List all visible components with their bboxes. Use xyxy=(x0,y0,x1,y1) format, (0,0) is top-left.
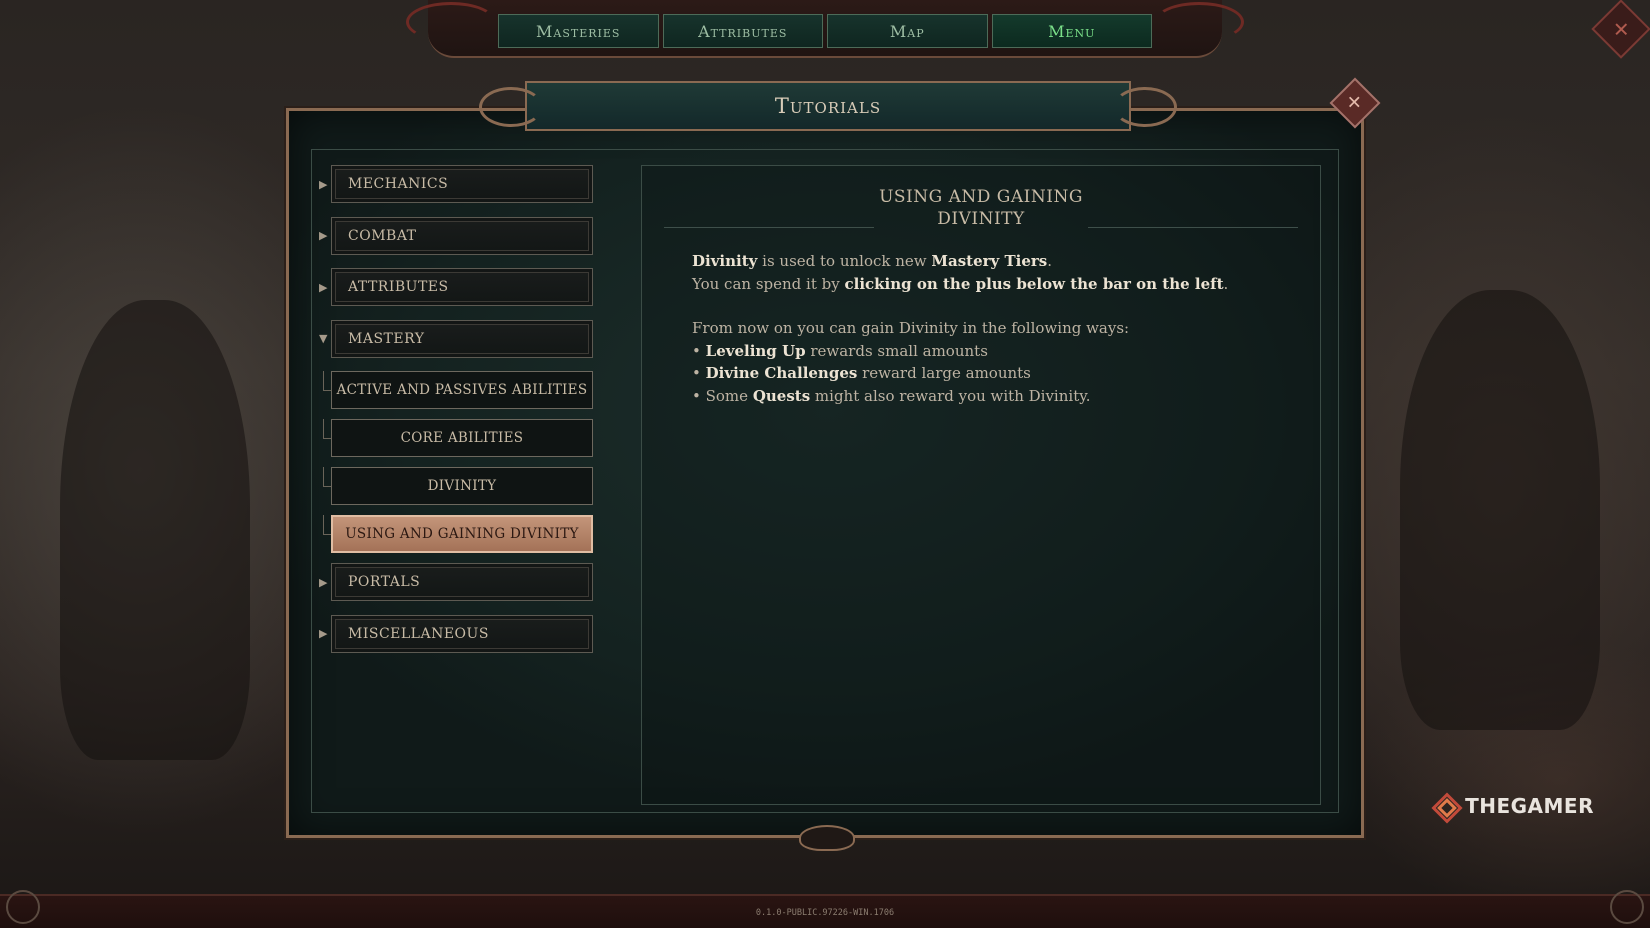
category-mastery[interactable]: ▼ MASTERY xyxy=(319,319,593,358)
thegamer-logo-icon xyxy=(1431,792,1459,820)
expand-arrow-icon: ▶ xyxy=(319,280,328,294)
expand-arrow-icon: ▶ xyxy=(319,627,328,640)
panel-bottom-ornament xyxy=(799,825,855,851)
top-tabs: Masteries Attributes Map Menu xyxy=(498,14,1152,48)
background-figure-left xyxy=(60,300,250,760)
paragraph-3: From now on you can gain Divinity in the… xyxy=(692,319,1130,337)
bullet-item-2: • Divine Challenges reward large amounts xyxy=(692,364,1031,382)
nav-ornament-left xyxy=(406,2,496,42)
category-miscellaneous[interactable]: ▶ MISCELLANEOUS xyxy=(319,614,593,653)
paragraph-1: Divinity is used to unlock new Mastery T… xyxy=(692,252,1053,270)
tab-menu[interactable]: Menu xyxy=(991,14,1152,48)
expand-arrow-icon: ▶ xyxy=(319,575,328,589)
sub-item-core-abilities[interactable]: CORE ABILITIES xyxy=(319,419,593,457)
title-ornament-left xyxy=(479,87,543,127)
nav-ornament-right xyxy=(1154,2,1244,42)
watermark-text: THEGAMER xyxy=(1465,794,1594,818)
top-navigation-bar: Masteries Attributes Map Menu xyxy=(406,0,1244,58)
category-label[interactable]: MECHANICS xyxy=(331,165,593,203)
tutorials-panel: Tutorials ✕ ▶ MECHANICS ▶ COMBAT ▶ ATTRI… xyxy=(286,77,1381,851)
category-portals[interactable]: ▶ PORTALS xyxy=(319,563,593,601)
sub-item-label[interactable]: DIVINITY xyxy=(331,467,593,505)
sub-item-label[interactable]: CORE ABILITIES xyxy=(331,419,593,457)
category-mechanics[interactable]: ▶ MECHANICS xyxy=(319,165,593,203)
category-attributes[interactable]: ▶ ATTRIBUTES xyxy=(319,268,593,306)
collapse-arrow-icon: ▼ xyxy=(319,332,328,345)
thegamer-watermark: THEGAMER xyxy=(1431,792,1594,820)
category-label[interactable]: MISCELLANEOUS xyxy=(331,614,593,653)
content-body: Divinity is used to unlock new Mastery T… xyxy=(692,250,1292,407)
version-string: 0.1.0-PUBLIC.97226-WIN.1706 xyxy=(755,908,895,918)
bullet-item-3: • Some Quests might also reward you with… xyxy=(692,386,1091,405)
tutorial-sidebar: ▶ MECHANICS ▶ COMBAT ▶ ATTRIBUTES ▼ MAST… xyxy=(319,165,593,666)
tab-map[interactable]: Map xyxy=(827,14,988,48)
category-label[interactable]: ATTRIBUTES xyxy=(331,268,593,306)
background-figure-right xyxy=(1400,290,1600,730)
content-title-line-1: USING AND GAINING xyxy=(879,187,1083,207)
expand-arrow-icon: ▶ xyxy=(319,229,328,242)
title-divider-left xyxy=(664,227,874,228)
panel-title: Tutorials xyxy=(774,94,882,118)
category-label[interactable]: MASTERY xyxy=(331,319,593,358)
expand-arrow-icon: ▶ xyxy=(319,177,328,191)
sub-item-active-and-passives-abilities[interactable]: ACTIVE AND PASSIVES ABILITIES xyxy=(319,371,593,409)
paragraph-2: You can spend it by clicking on the plus… xyxy=(692,274,1229,293)
title-divider-right xyxy=(1088,227,1298,228)
category-label[interactable]: PORTALS xyxy=(331,563,593,601)
sub-item-divinity[interactable]: DIVINITY xyxy=(319,467,593,505)
sub-item-label[interactable]: USING AND GAINING DIVINITY xyxy=(331,515,593,553)
sub-item-label[interactable]: ACTIVE AND PASSIVES ABILITIES xyxy=(331,371,593,409)
bottom-ornament-left-icon xyxy=(6,890,40,924)
bullet-item-1: • Leveling Up rewards small amounts xyxy=(692,341,988,360)
content-title: USING AND GAINING DIVINITY xyxy=(642,186,1320,230)
close-x-icon: ✕ xyxy=(1347,92,1363,114)
tab-attributes[interactable]: Attributes xyxy=(662,14,823,48)
category-combat[interactable]: ▶ COMBAT xyxy=(319,216,593,255)
tab-masteries[interactable]: Masteries xyxy=(498,14,659,48)
title-ornament-right xyxy=(1113,87,1177,127)
panel-title-plate: Tutorials xyxy=(479,81,1177,131)
category-label[interactable]: COMBAT xyxy=(331,216,593,255)
tutorial-content: USING AND GAINING DIVINITY Divinity is u… xyxy=(641,165,1321,805)
bottom-ornament-right-icon xyxy=(1610,890,1644,924)
sub-item-using-and-gaining-divinity[interactable]: USING AND GAINING DIVINITY xyxy=(319,515,593,553)
